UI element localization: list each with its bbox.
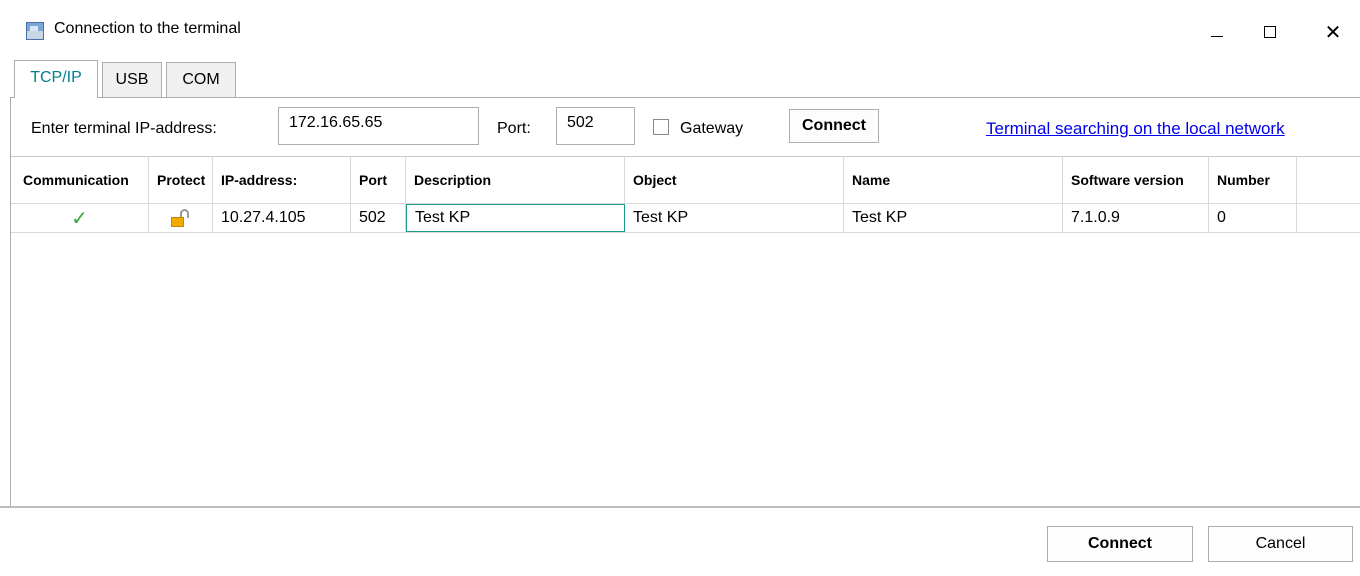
ip-address-input[interactable]: 172.16.65.65 — [278, 107, 479, 145]
minimize-button[interactable] — [1194, 14, 1240, 50]
cell-port[interactable]: 502 — [351, 204, 406, 232]
maximize-icon — [1264, 26, 1276, 38]
port-label: Port: — [497, 120, 531, 137]
column-header-object[interactable]: Object — [625, 157, 844, 203]
app-icon — [26, 22, 44, 40]
footer-divider — [0, 506, 1360, 508]
gateway-label[interactable]: Gateway — [680, 120, 743, 138]
column-header-software-version[interactable]: Software version — [1063, 157, 1209, 203]
column-header-ip-address[interactable]: IP-address: — [213, 157, 351, 203]
port-input[interactable]: 502 — [556, 107, 635, 145]
cell-description[interactable]: Test KP — [406, 204, 625, 232]
terminal-table: Communication Protect IP-address: Port D… — [11, 156, 1360, 506]
cell-number[interactable]: 0 — [1209, 204, 1297, 232]
column-header-protect[interactable]: Protect — [149, 157, 213, 203]
connection-toolbar: Enter terminal IP-address: 172.16.65.65 … — [11, 98, 1360, 156]
ip-address-label: Enter terminal IP-address: — [31, 120, 217, 137]
cell-communication[interactable]: ✓ — [11, 204, 149, 232]
cell-filler — [1297, 204, 1360, 232]
terminal-search-link[interactable]: Terminal searching on the local network — [986, 119, 1285, 139]
column-header-name[interactable]: Name — [844, 157, 1063, 203]
window-title: Connection to the terminal — [54, 20, 241, 37]
checkmark-icon: ✓ — [71, 206, 88, 230]
tab-com[interactable]: COM — [166, 62, 236, 98]
table-header: Communication Protect IP-address: Port D… — [11, 157, 1360, 203]
close-button[interactable]: ✕ — [1310, 14, 1356, 50]
cell-name[interactable]: Test KP — [844, 204, 1063, 232]
cell-protect[interactable] — [149, 204, 213, 232]
title-bar: Connection to the terminal ✕ — [0, 0, 1360, 60]
minimize-icon — [1211, 35, 1223, 37]
unlocked-padlock-icon — [170, 209, 191, 227]
cell-software-version[interactable]: 7.1.0.9 — [1063, 204, 1209, 232]
tab-tcpip[interactable]: TCP/IP — [14, 60, 98, 98]
tcpip-panel: Enter terminal IP-address: 172.16.65.65 … — [10, 97, 1360, 507]
cell-object[interactable]: Test KP — [625, 204, 844, 232]
close-icon: ✕ — [1324, 20, 1342, 44]
maximize-button[interactable] — [1247, 14, 1293, 50]
dialog-window: Connection to the terminal ✕ TCP/IP USB … — [0, 0, 1360, 576]
toolbar-connect-button[interactable]: Connect — [789, 109, 879, 143]
column-header-number[interactable]: Number — [1209, 157, 1297, 203]
column-header-description[interactable]: Description — [406, 157, 625, 203]
tab-usb[interactable]: USB — [102, 62, 162, 98]
column-header-communication[interactable]: Communication — [11, 157, 149, 203]
table-row[interactable]: ✓ 10.27.4.105 502 Test KP Test KP Test K… — [11, 203, 1360, 233]
column-header-filler — [1297, 157, 1360, 203]
connect-button[interactable]: Connect — [1047, 526, 1193, 562]
column-header-port[interactable]: Port — [351, 157, 406, 203]
cell-ip-address[interactable]: 10.27.4.105 — [213, 204, 351, 232]
cancel-button[interactable]: Cancel — [1208, 526, 1353, 562]
gateway-checkbox[interactable] — [653, 119, 669, 135]
